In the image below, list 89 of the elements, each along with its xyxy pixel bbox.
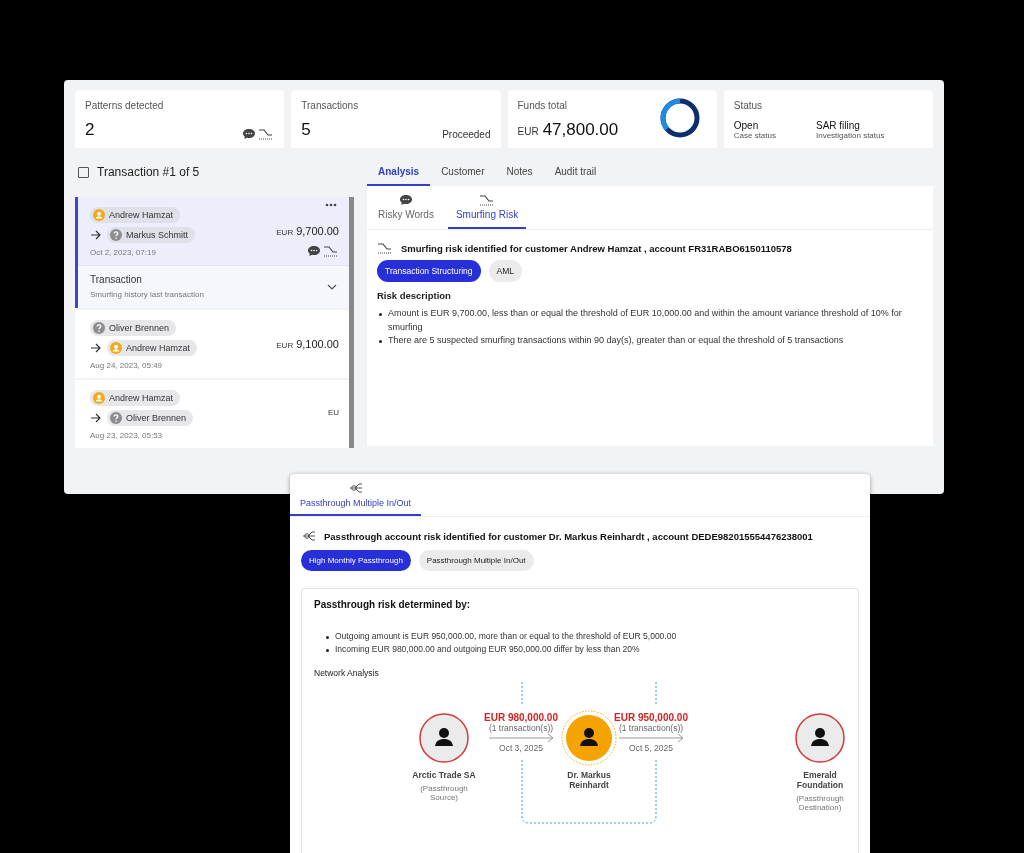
section-heading: Network Analysis xyxy=(314,667,380,678)
node-name: Emerald Foundation xyxy=(795,769,845,790)
flow-amount: EUR 980,000.00 xyxy=(484,711,558,723)
party-name: Oliver Brennen xyxy=(126,413,187,423)
transaction-amount: 9,700.00 xyxy=(296,225,339,237)
node-role: (Passthrough Source) xyxy=(419,783,469,802)
transaction-item[interactable]: Oliver Brennen Andrew Hamzat Aug 24, 2023, 05:49 EUR 9,100.00 xyxy=(75,310,349,378)
card-label: Patterns detected xyxy=(85,100,165,111)
flow-amount: EUR 950,000.00 xyxy=(614,711,688,723)
party-name: Oliver Brennen xyxy=(109,323,170,333)
question-icon xyxy=(93,322,105,334)
more-icon[interactable] xyxy=(325,203,337,207)
step-line-icon xyxy=(479,194,496,206)
party-name: Andrew Hamzat xyxy=(126,343,191,353)
card-value: 2 xyxy=(85,120,95,140)
transaction-date: Aug 24, 2023, 05:49 xyxy=(90,361,164,370)
speech-bubble-icon xyxy=(398,194,413,206)
card-value: 47,800.00 xyxy=(542,120,619,140)
status-value: Open xyxy=(733,120,760,131)
person-icon xyxy=(93,209,105,221)
risk-tab[interactable]: Risky Words xyxy=(370,186,442,229)
card-label: Funds total xyxy=(517,100,568,111)
transaction-item[interactable]: Andrew Hamzat Oliver Brennen Aug 23, 2023, 05:53 EU xyxy=(75,380,349,448)
status-value: SAR filing xyxy=(816,120,861,131)
node-name: Dr. Markus Reinhardt xyxy=(566,769,612,790)
arrow-icon xyxy=(90,230,101,240)
donut-chart-drawing xyxy=(658,97,701,139)
card-value: 5 xyxy=(301,120,311,140)
bullet-text: Outgoing amount is EUR 950,000.00, more than or equal to the threshold of EUR 5,000.00 xyxy=(335,630,677,643)
party-name: Andrew Hamzat xyxy=(109,393,174,403)
transaction-date: Oct 2, 2023, 07:19 xyxy=(90,248,157,257)
chevron-down-icon[interactable] xyxy=(327,283,337,290)
person-icon xyxy=(110,342,122,354)
detail-title: Transaction xyxy=(90,274,143,285)
currency-label: EU xyxy=(327,408,339,417)
card-title: Passthrough risk determined by: xyxy=(314,599,472,610)
card-note: Proceeded xyxy=(442,129,491,140)
flow-arrow xyxy=(618,732,684,743)
step-line-icon xyxy=(258,128,275,140)
status-caption: Case status xyxy=(733,131,776,140)
tab[interactable]: Notes xyxy=(495,158,544,186)
node-name: Arctic Trade SA xyxy=(411,769,477,780)
flow-date: Oct 5, 2025 xyxy=(629,742,673,753)
card-label: Transactions xyxy=(301,100,360,111)
transaction-date: Aug 23, 2023, 05:53 xyxy=(90,431,164,440)
bullet-text: Incoming EUR 980,000.00 and outgoing EUR 950,000.00 differ by less than 20% xyxy=(335,642,640,656)
bullet-text: Amount is EUR 9,700.00, less than or equal the threshold of EUR 10,000.00 and within the amount variance threshold of 10% for smurfing xyxy=(388,307,903,334)
question-icon xyxy=(110,412,122,424)
node-role: (Passthrough Destination) xyxy=(795,793,845,812)
risk-headline: Passthrough account risk identified for customer Dr. Markus Reinhardt , account DEDE982015554476238001 xyxy=(324,530,813,542)
bullet-icon xyxy=(326,636,329,639)
transaction-count: (1 transaction(s)) xyxy=(488,722,554,733)
tab[interactable]: Customer xyxy=(430,158,496,186)
risk-headline: Smurfing risk identified for customer Andrew Hamzat , account FR31RABO6150110578 xyxy=(401,242,792,254)
bullet-icon xyxy=(379,313,382,316)
branching-arrows-icon xyxy=(348,481,364,495)
tag-chip[interactable]: High Monthly Passthrough xyxy=(301,550,411,571)
flow-date: Oct 3, 2025 xyxy=(499,742,543,753)
speech-bubble-icon xyxy=(242,128,257,140)
bullet-icon xyxy=(379,340,382,343)
transaction-amount: 9,100.00 xyxy=(296,338,339,350)
transaction-count: (1 transaction(s)) xyxy=(618,722,684,733)
list-title: Transaction #1 of 5 xyxy=(97,165,200,179)
bullet-icon xyxy=(326,648,329,652)
checkbox[interactable] xyxy=(78,166,89,178)
section-heading: Risk description xyxy=(377,290,452,301)
detail-subtitle: Smurfing history last transaction xyxy=(90,290,204,299)
currency-label: EUR xyxy=(276,341,294,350)
tag-chip[interactable]: AML xyxy=(488,260,523,282)
tag-chip[interactable]: Transaction Structuring xyxy=(377,260,481,282)
currency-label: EUR xyxy=(517,126,539,137)
step-line-icon xyxy=(377,242,393,254)
transaction-item[interactable]: Andrew Hamzat Markus Schmitt Oct 2, 2023, 07:19 EUR 9,700.00 Transaction Smurfing history last transaction xyxy=(75,197,349,308)
risk-tab[interactable]: Smurfing Risk xyxy=(447,186,527,229)
card-label: Status xyxy=(733,100,764,111)
bullet-text: There are 5 suspected smurfing transactions within 90 day(s), greater than or equal the threshold of 5 transactions xyxy=(388,334,844,347)
person-icon xyxy=(93,392,105,404)
arrow-icon xyxy=(90,343,101,353)
status-caption: Investigation status xyxy=(816,131,885,140)
branching-arrows-icon xyxy=(301,529,316,543)
arrow-icon xyxy=(90,413,101,423)
tag-chip[interactable]: Passthrough Multiple In/Out xyxy=(418,550,534,571)
tab[interactable]: Audit trail xyxy=(543,158,608,186)
party-name: Andrew Hamzat xyxy=(109,210,174,220)
flow-arrow xyxy=(488,732,554,743)
question-icon xyxy=(110,229,122,241)
party-name: Markus Schmitt xyxy=(126,230,188,240)
currency-label: EUR xyxy=(276,228,294,237)
risk-tab[interactable]: Passthrough Multiple In/Out xyxy=(290,474,422,516)
